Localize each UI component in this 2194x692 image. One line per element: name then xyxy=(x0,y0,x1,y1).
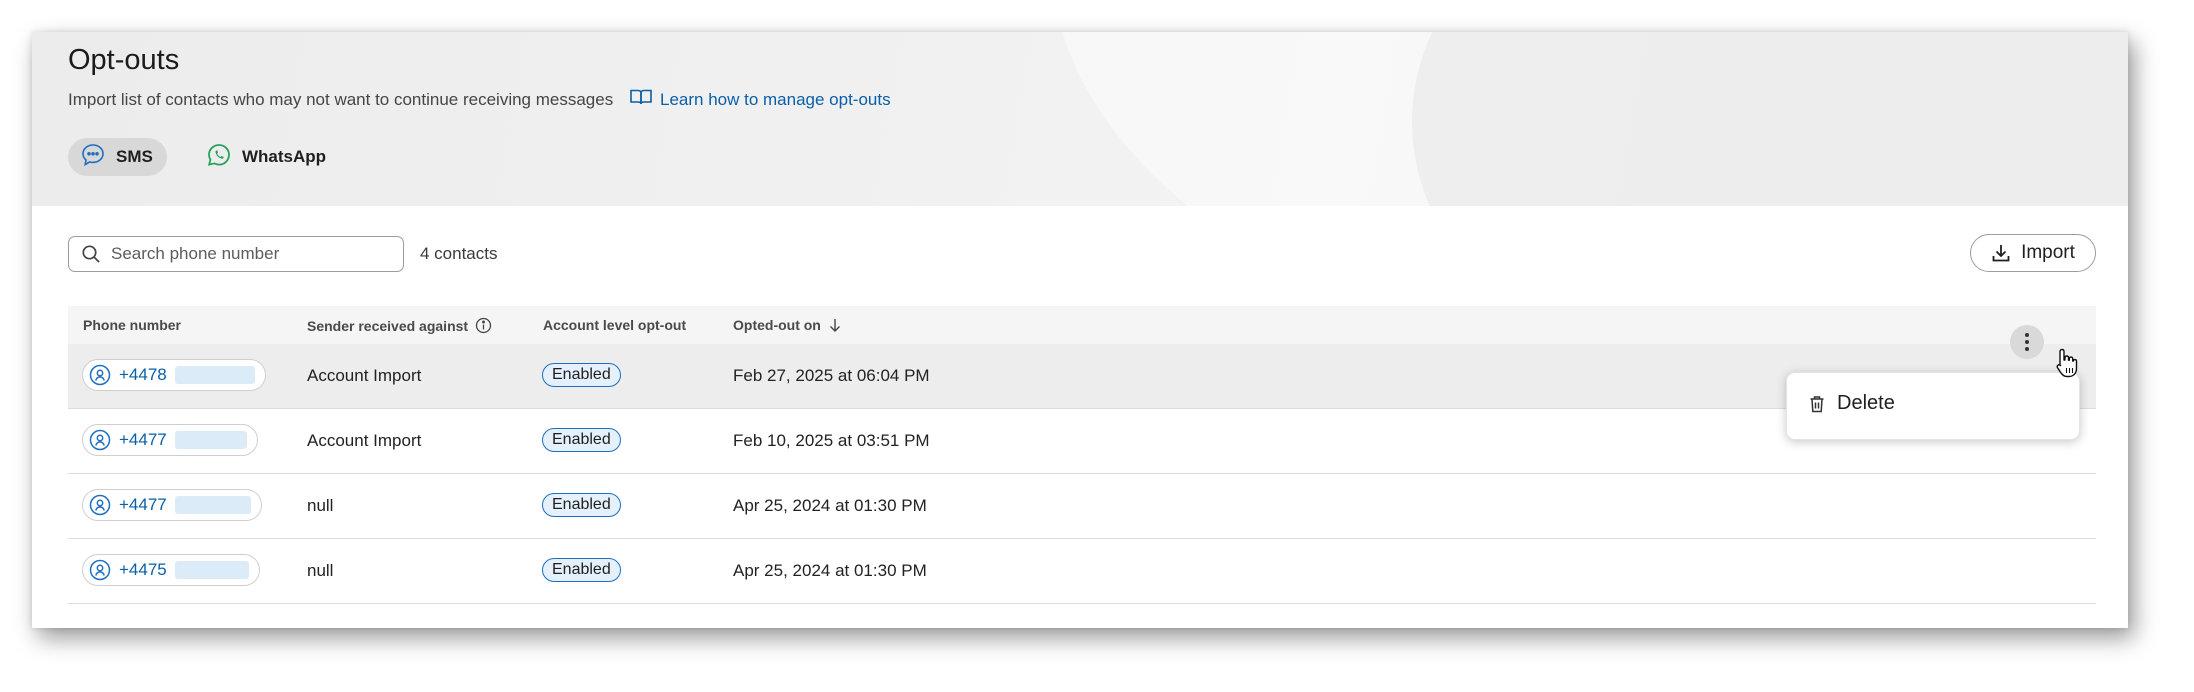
opted-out-date: Feb 10, 2025 at 03:51 PM xyxy=(733,431,930,450)
book-icon xyxy=(630,88,652,111)
sender-cell: null xyxy=(307,496,334,515)
status-badge: Enabled xyxy=(542,558,621,582)
opt-outs-panel: Opt-outs Import list of contacts who may… xyxy=(32,32,2128,628)
row-actions-menu: Delete xyxy=(1786,372,2080,440)
trash-icon xyxy=(1809,395,1825,413)
column-sender: Sender received against xyxy=(307,317,492,334)
redacted-digits xyxy=(174,496,251,514)
phone-chip[interactable]: +4475 xyxy=(82,554,260,586)
column-label: Opted-out on xyxy=(733,317,821,333)
header-banner: Opt-outs Import list of contacts who may… xyxy=(32,32,2128,206)
sort-descending-icon[interactable] xyxy=(828,317,842,333)
redacted-digits xyxy=(174,561,249,579)
opted-out-date: Apr 25, 2024 at 01:30 PM xyxy=(733,496,927,515)
opted-out-date: Feb 27, 2025 at 06:04 PM xyxy=(733,366,930,385)
download-icon xyxy=(1991,243,2011,263)
chat-bubble-icon xyxy=(80,142,106,173)
phone-number: +4475 xyxy=(119,560,167,579)
search-input[interactable]: Search phone number xyxy=(68,236,404,272)
redacted-digits xyxy=(174,431,247,449)
column-label: Account level opt-out xyxy=(543,317,687,333)
contact-icon xyxy=(89,559,111,581)
sender-cell: null xyxy=(307,561,334,580)
table-row[interactable]: +4475 null Enabled Apr 25, 2024 at 01:30… xyxy=(68,539,2096,604)
redacted-digits xyxy=(174,366,255,384)
info-icon[interactable] xyxy=(475,317,492,334)
import-button[interactable]: Import xyxy=(1970,234,2096,272)
status-badge: Enabled xyxy=(542,363,621,387)
whatsapp-icon xyxy=(206,142,232,173)
delete-label: Delete xyxy=(1837,392,1895,414)
status-badge: Enabled xyxy=(542,428,621,452)
search-icon xyxy=(81,244,101,264)
page-subtitle: Import list of contacts who may not want… xyxy=(68,90,614,109)
column-opted-out-on[interactable]: Opted-out on xyxy=(733,317,842,333)
row-more-actions-button[interactable] xyxy=(2010,325,2044,359)
sender-cell: Account Import xyxy=(307,366,422,385)
banner-decoration xyxy=(1412,32,2128,206)
column-label: Phone number xyxy=(83,317,182,333)
table-row[interactable]: +4477 null Enabled Apr 25, 2024 at 01:30… xyxy=(68,474,2096,539)
column-account-opt-out: Account level opt-out xyxy=(543,317,686,333)
tab-sms[interactable]: SMS xyxy=(68,138,167,176)
contact-icon xyxy=(89,364,111,386)
tab-sms-label: SMS xyxy=(116,147,153,166)
learn-link-label: Learn how to manage opt-outs xyxy=(660,89,891,109)
column-phone-number: Phone number xyxy=(83,317,181,333)
opted-out-date: Apr 25, 2024 at 01:30 PM xyxy=(733,561,927,580)
status-badge: Enabled xyxy=(542,493,621,517)
table-header: Phone number Sender received against Acc… xyxy=(68,306,2096,344)
phone-chip[interactable]: +4477 xyxy=(82,424,258,456)
hand-pointer-cursor-icon xyxy=(2056,348,2078,383)
phone-chip[interactable]: +4478 xyxy=(82,359,266,391)
tab-whatsapp-label: WhatsApp xyxy=(242,147,327,166)
phone-chip[interactable]: +4477 xyxy=(82,489,262,521)
phone-number: +4477 xyxy=(119,495,167,514)
column-label: Sender received against xyxy=(307,317,469,334)
sender-cell: Account Import xyxy=(307,431,422,450)
contacts-count: 4 contacts xyxy=(420,244,498,263)
import-label: Import xyxy=(2021,242,2075,263)
page-title: Opt-outs xyxy=(68,44,180,76)
learn-opt-outs-link[interactable]: Learn how to manage opt-outs xyxy=(630,88,891,111)
search-placeholder: Search phone number xyxy=(111,244,280,263)
contact-icon xyxy=(89,429,111,451)
more-vertical-icon xyxy=(2024,332,2030,352)
phone-number: +4478 xyxy=(119,365,167,384)
contact-icon xyxy=(89,494,111,516)
phone-number: +4477 xyxy=(119,430,167,449)
delete-menu-item[interactable]: Delete xyxy=(1809,392,1895,415)
tab-whatsapp[interactable]: WhatsApp xyxy=(194,138,338,176)
